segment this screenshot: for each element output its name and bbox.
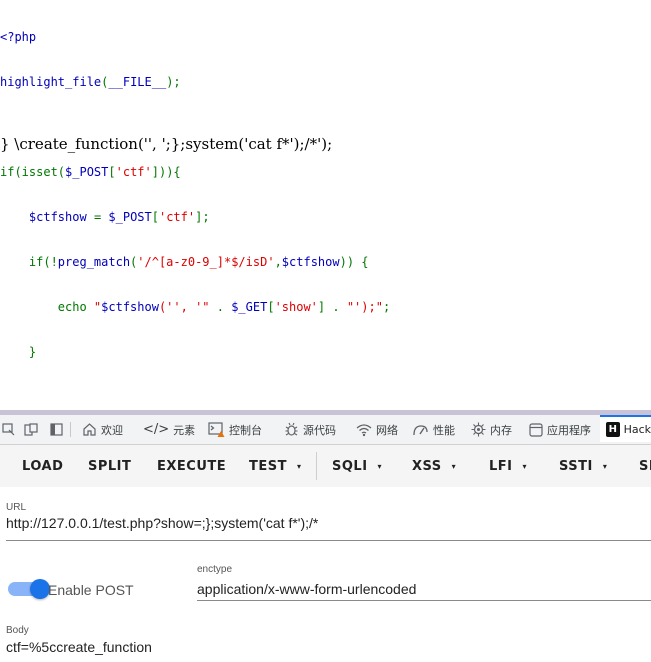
enctype-select[interactable]: application/x-www-form-urlencoded: [197, 581, 416, 597]
application-icon: [529, 422, 543, 437]
bug-icon: [285, 422, 298, 436]
devtools-tabbar: 欢迎 </> 元素 控制台 源代码 网络 性能 内存 应用程序 H Hack: [0, 415, 651, 445]
url-label: URL: [6, 502, 27, 513]
code-line-1: <?php: [0, 30, 37, 44]
tab-label: 内存: [490, 423, 512, 437]
php-source: <?php highlight_file(__FILE__); if(isset…: [0, 0, 651, 420]
tab-label: 控制台: [229, 423, 262, 437]
more-menu-button[interactable]: SI: [639, 445, 651, 487]
tab-label: 性能: [433, 423, 455, 437]
tab-application[interactable]: 应用程序: [529, 415, 591, 444]
wifi-icon: [356, 423, 372, 436]
code-line-5: $ctfshow = $_POST['ctf'];: [28, 210, 210, 224]
tab-sources[interactable]: 源代码: [284, 415, 336, 444]
tab-memory[interactable]: 内存: [471, 415, 512, 444]
ssti-menu-button[interactable]: SSTI ▾: [559, 445, 607, 487]
chevron-down-icon: ▾: [602, 461, 608, 471]
code-line-6: if(!preg_match('/^[a-z0-9_]*$/isD',$ctfs…: [0, 255, 369, 269]
code-line-8: }: [0, 345, 37, 359]
test-menu-button[interactable]: TEST ▾: [249, 445, 302, 487]
tab-label: 应用程序: [547, 423, 591, 437]
split-button[interactable]: SPLIT: [88, 445, 131, 487]
echo-output: } \create_function('', ';};system('cat f…: [0, 135, 333, 153]
chevron-down-icon: ▾: [377, 461, 383, 471]
tab-welcome[interactable]: 欢迎: [82, 415, 123, 444]
chevron-down-icon: ▾: [522, 461, 528, 471]
body-label: Body: [6, 625, 29, 636]
tab-network[interactable]: 网络: [356, 415, 398, 444]
code-line-7: echo "$ctfshow('', '" . $_GET['show'] . …: [0, 300, 391, 314]
tab-label: 元素: [173, 423, 196, 437]
hackbar-icon: H: [606, 422, 620, 437]
code-line-2: highlight_file(__FILE__);: [0, 75, 181, 89]
enctype-underline: [197, 600, 651, 601]
code-icon: </>: [143, 422, 170, 437]
chevron-down-icon: ▾: [451, 461, 457, 471]
url-input[interactable]: http://127.0.0.1/test.php?show=;};system…: [6, 515, 318, 531]
memory-icon: [471, 422, 486, 437]
tab-elements[interactable]: </> 元素: [143, 415, 195, 444]
sqli-menu-button[interactable]: SQLI ▾: [332, 445, 382, 487]
code-line-4: if(isset($_POST['ctf'])){: [0, 165, 181, 179]
dock-icon[interactable]: [50, 415, 63, 444]
tab-label: 源代码: [303, 423, 336, 437]
home-icon: [83, 423, 96, 436]
tab-hackbar[interactable]: H Hack: [600, 415, 651, 442]
tab-label: 欢迎: [101, 423, 123, 437]
url-underline: [6, 540, 651, 541]
tab-performance[interactable]: 性能: [412, 415, 455, 444]
lfi-menu-button[interactable]: LFI ▾: [489, 445, 527, 487]
performance-icon: [413, 424, 428, 435]
device-toolbar-icon[interactable]: [24, 415, 38, 444]
chevron-down-icon: ▾: [296, 461, 302, 471]
tab-label: 网络: [376, 423, 398, 437]
enctype-label: enctype: [197, 564, 233, 575]
toolbar-divider: [316, 452, 317, 480]
hackbar-toolbar: LOAD SPLIT EXECUTE TEST ▾ SQLI ▾ XSS ▾ LFI ▾…: [0, 445, 651, 487]
enable-post-label: Enable POST: [48, 582, 134, 598]
execute-button[interactable]: EXECUTE: [157, 445, 226, 487]
body-input[interactable]: ctf=%5ccreate_function: [6, 639, 152, 655]
tab-console[interactable]: 控制台: [208, 415, 262, 444]
xss-menu-button[interactable]: XSS ▾: [412, 445, 456, 487]
inspect-icon[interactable]: [2, 415, 15, 444]
tab-label: Hack: [623, 423, 651, 436]
console-icon: [208, 421, 225, 437]
toggle-knob: [30, 579, 50, 599]
load-button[interactable]: LOAD: [22, 445, 63, 487]
enable-post-toggle[interactable]: [8, 579, 50, 599]
